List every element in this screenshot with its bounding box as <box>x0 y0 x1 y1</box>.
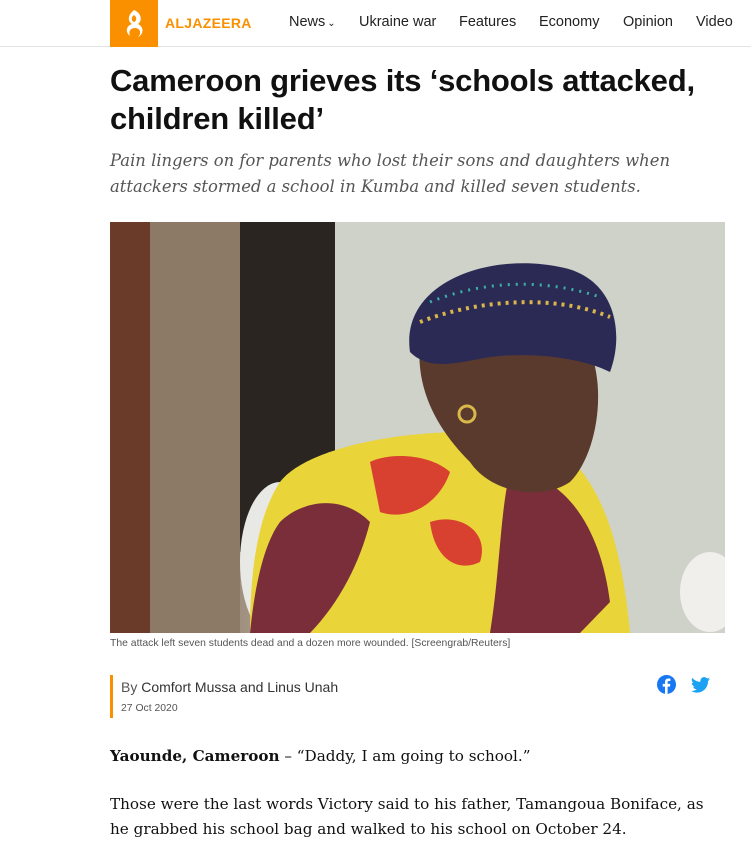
chevron-down-icon: ⌄ <box>327 18 336 29</box>
logo-wordmark[interactable]: ALJAZEERA <box>165 15 252 31</box>
hero-image <box>110 222 725 633</box>
byline: By Comfort Mussa and Linus Unah <box>121 679 338 695</box>
dateline: Yaounde, Cameroon <box>110 747 280 765</box>
nav-economy[interactable]: Economy <box>539 14 599 30</box>
article-headline: Cameroon grieves its ‘schools attacked, … <box>110 63 695 136</box>
nav-opinion[interactable]: Opinion <box>623 14 673 30</box>
nav-features[interactable]: Features <box>459 14 516 30</box>
byline-prefix: By <box>121 679 138 695</box>
twitter-icon[interactable] <box>691 676 710 694</box>
site-header: ALJAZEERA News ⌄ Ukraine war Features Eco… <box>0 0 751 47</box>
aljazeera-logo-icon[interactable] <box>110 0 158 47</box>
nav-news[interactable]: News ⌄ <box>289 14 336 30</box>
article-paragraph-2: Those were the last words Victory said t… <box>110 795 704 838</box>
publish-date: 27 Oct 2020 <box>121 703 178 714</box>
nav-video[interactable]: Video <box>696 14 733 30</box>
nav-ukraine-war[interactable]: Ukraine war <box>359 14 436 30</box>
byline-accent-bar <box>110 675 113 718</box>
image-caption: The attack left seven students dead and … <box>110 638 511 649</box>
paragraph-1-text: – “Daddy, I am going to school.” <box>279 747 531 765</box>
article-paragraph-1: Yaounde, Cameroon – “Daddy, I am going t… <box>110 744 725 769</box>
facebook-icon[interactable] <box>657 675 676 694</box>
byline-authors-link[interactable]: Comfort Mussa and Linus Unah <box>141 679 338 695</box>
article-subhead: Pain lingers on for parents who lost the… <box>110 151 670 196</box>
